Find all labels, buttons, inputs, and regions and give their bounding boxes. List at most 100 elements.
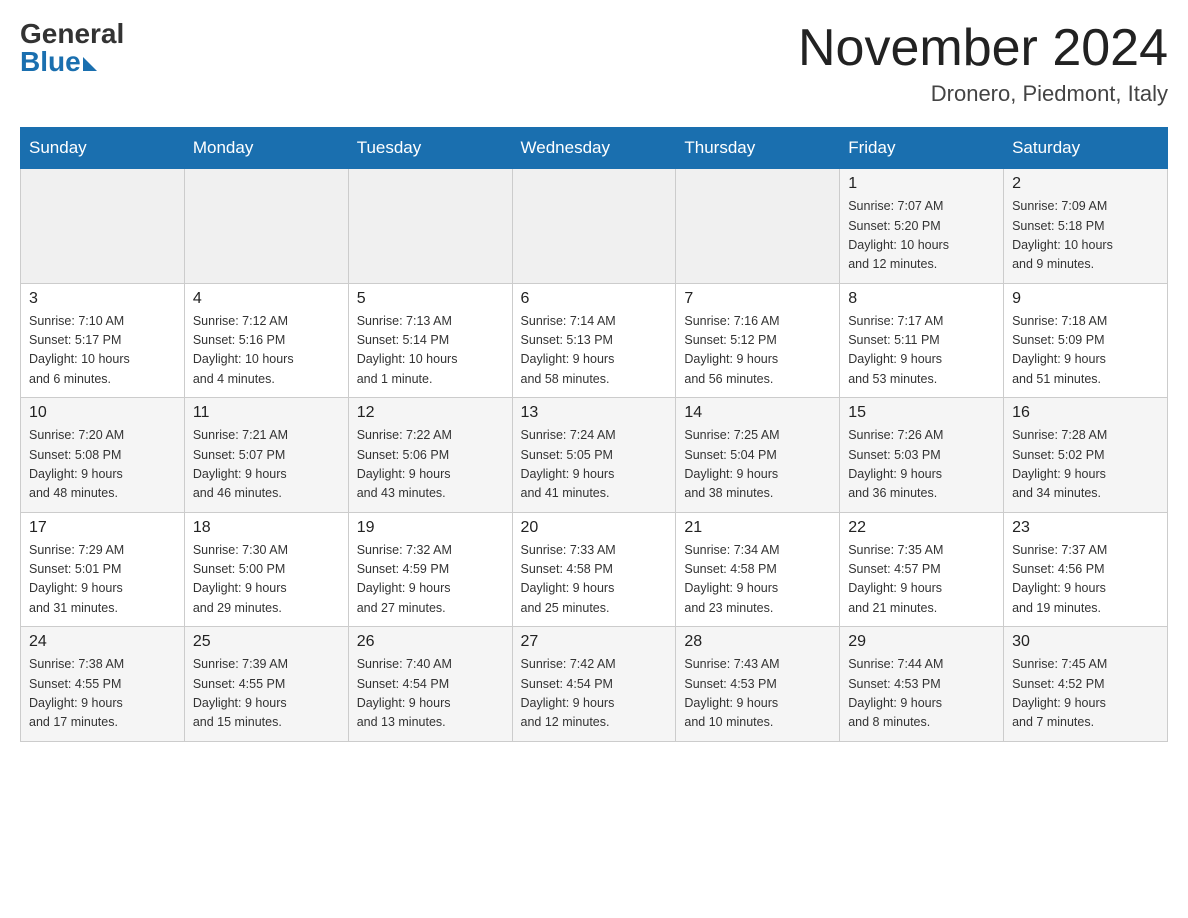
day-number: 4 — [193, 290, 340, 308]
calendar-cell: 23 Sunrise: 7:37 AM Sunset: 4:56 PM Dayli… — [1004, 512, 1168, 627]
day-number: 22 — [848, 519, 995, 537]
calendar-cell: 28 Sunrise: 7:43 AM Sunset: 4:53 PM Dayli… — [676, 627, 840, 742]
day-of-week-header: Tuesday — [348, 128, 512, 169]
day-info-text: Sunrise: 7:17 AM Sunset: 5:11 PM Dayligh… — [848, 312, 995, 390]
calendar-week-row: 10Sunrise: 7:20 AM Sunset: 5:08 PM Dayli… — [21, 398, 1168, 513]
day-number: 27 — [521, 633, 668, 651]
day-info-text: Sunrise: 7:07 AM Sunset: 5:20 PM Dayligh… — [848, 197, 995, 275]
day-info-text: Sunrise: 7:30 AM Sunset: 5:00 PM Dayligh… — [193, 541, 340, 619]
calendar-cell: 6 Sunrise: 7:14 AM Sunset: 5:13 PM Daylig… — [512, 283, 676, 398]
calendar-cell: 15 Sunrise: 7:26 AM Sunset: 5:03 PM Dayli… — [840, 398, 1004, 513]
day-number: 23 — [1012, 519, 1159, 537]
title-block: November 2024 Dronero, Piedmont, Italy — [798, 20, 1168, 107]
day-number: 24 — [29, 633, 176, 651]
day-of-week-header: Sunday — [21, 128, 185, 169]
calendar-cell: 16 Sunrise: 7:28 AM Sunset: 5:02 PM Dayli… — [1004, 398, 1168, 513]
header-row: SundayMondayTuesdayWednesdayThursdayFrid… — [21, 128, 1168, 169]
calendar-cell: 26 Sunrise: 7:40 AM Sunset: 4:54 PM Dayli… — [348, 627, 512, 742]
logo-blue-text: Blue — [20, 48, 81, 76]
day-number: 11 — [193, 404, 340, 422]
calendar-cell: 3 Sunrise: 7:10 AM Sunset: 5:17 PM Daylig… — [21, 283, 185, 398]
day-info-text: Sunrise: 7:13 AM Sunset: 5:14 PM Dayligh… — [357, 312, 504, 390]
calendar-cell — [184, 169, 348, 284]
day-number: 9 — [1012, 290, 1159, 308]
day-number: 2 — [1012, 175, 1159, 193]
day-info-text: Sunrise: 7:35 AM Sunset: 4:57 PM Dayligh… — [848, 541, 995, 619]
day-info-text: Sunrise: 7:16 AM Sunset: 5:12 PM Dayligh… — [684, 312, 831, 390]
day-number: 7 — [684, 290, 831, 308]
calendar-cell: 22 Sunrise: 7:35 AM Sunset: 4:57 PM Dayli… — [840, 512, 1004, 627]
day-number: 20 — [521, 519, 668, 537]
calendar-cell: 1 Sunrise: 7:07 AM Sunset: 5:20 PM Daylig… — [840, 169, 1004, 284]
day-info-text: Sunrise: 7:37 AM Sunset: 4:56 PM Dayligh… — [1012, 541, 1159, 619]
calendar-cell: 4Sunrise: 7:12 AM Sunset: 5:16 PM Daylig… — [184, 283, 348, 398]
day-number: 26 — [357, 633, 504, 651]
calendar-cell: 29 Sunrise: 7:44 AM Sunset: 4:53 PM Dayli… — [840, 627, 1004, 742]
location-text: Dronero, Piedmont, Italy — [798, 81, 1168, 107]
day-of-week-header: Monday — [184, 128, 348, 169]
calendar-cell — [21, 169, 185, 284]
day-info-text: Sunrise: 7:21 AM Sunset: 5:07 PM Dayligh… — [193, 426, 340, 504]
logo-triangle-icon — [83, 57, 97, 71]
calendar-cell: 21Sunrise: 7:34 AM Sunset: 4:58 PM Dayli… — [676, 512, 840, 627]
day-info-text: Sunrise: 7:28 AM Sunset: 5:02 PM Dayligh… — [1012, 426, 1159, 504]
calendar-week-row: 24 Sunrise: 7:38 AM Sunset: 4:55 PM Dayli… — [21, 627, 1168, 742]
calendar-cell: 9 Sunrise: 7:18 AM Sunset: 5:09 PM Daylig… — [1004, 283, 1168, 398]
calendar-cell — [676, 169, 840, 284]
calendar-cell: 8Sunrise: 7:17 AM Sunset: 5:11 PM Daylig… — [840, 283, 1004, 398]
day-info-text: Sunrise: 7:14 AM Sunset: 5:13 PM Dayligh… — [521, 312, 668, 390]
day-number: 17 — [29, 519, 176, 537]
day-number: 19 — [357, 519, 504, 537]
day-info-text: Sunrise: 7:18 AM Sunset: 5:09 PM Dayligh… — [1012, 312, 1159, 390]
calendar-cell: 30Sunrise: 7:45 AM Sunset: 4:52 PM Dayli… — [1004, 627, 1168, 742]
day-info-text: Sunrise: 7:42 AM Sunset: 4:54 PM Dayligh… — [521, 655, 668, 733]
day-number: 30 — [1012, 633, 1159, 651]
day-number: 28 — [684, 633, 831, 651]
day-info-text: Sunrise: 7:40 AM Sunset: 4:54 PM Dayligh… — [357, 655, 504, 733]
day-info-text: Sunrise: 7:26 AM Sunset: 5:03 PM Dayligh… — [848, 426, 995, 504]
calendar-cell: 25 Sunrise: 7:39 AM Sunset: 4:55 PM Dayli… — [184, 627, 348, 742]
calendar-cell: 24 Sunrise: 7:38 AM Sunset: 4:55 PM Dayli… — [21, 627, 185, 742]
page-header: General Blue November 2024 Dronero, Pied… — [20, 20, 1168, 107]
day-info-text: Sunrise: 7:24 AM Sunset: 5:05 PM Dayligh… — [521, 426, 668, 504]
day-number: 14 — [684, 404, 831, 422]
calendar-cell: 13Sunrise: 7:24 AM Sunset: 5:05 PM Dayli… — [512, 398, 676, 513]
day-number: 25 — [193, 633, 340, 651]
calendar-cell: 12 Sunrise: 7:22 AM Sunset: 5:06 PM Dayli… — [348, 398, 512, 513]
calendar-cell: 20 Sunrise: 7:33 AM Sunset: 4:58 PM Dayli… — [512, 512, 676, 627]
day-info-text: Sunrise: 7:09 AM Sunset: 5:18 PM Dayligh… — [1012, 197, 1159, 275]
day-number: 12 — [357, 404, 504, 422]
logo: General Blue — [20, 20, 124, 76]
calendar-body: 1 Sunrise: 7:07 AM Sunset: 5:20 PM Daylig… — [21, 169, 1168, 742]
day-info-text: Sunrise: 7:44 AM Sunset: 4:53 PM Dayligh… — [848, 655, 995, 733]
day-number: 29 — [848, 633, 995, 651]
day-of-week-header: Saturday — [1004, 128, 1168, 169]
day-info-text: Sunrise: 7:43 AM Sunset: 4:53 PM Dayligh… — [684, 655, 831, 733]
day-number: 6 — [521, 290, 668, 308]
calendar-cell: 14 Sunrise: 7:25 AM Sunset: 5:04 PM Dayli… — [676, 398, 840, 513]
month-title: November 2024 — [798, 20, 1168, 77]
day-of-week-header: Friday — [840, 128, 1004, 169]
day-of-week-header: Thursday — [676, 128, 840, 169]
day-number: 16 — [1012, 404, 1159, 422]
day-info-text: Sunrise: 7:29 AM Sunset: 5:01 PM Dayligh… — [29, 541, 176, 619]
day-info-text: Sunrise: 7:38 AM Sunset: 4:55 PM Dayligh… — [29, 655, 176, 733]
day-number: 15 — [848, 404, 995, 422]
day-number: 1 — [848, 175, 995, 193]
calendar-table: SundayMondayTuesdayWednesdayThursdayFrid… — [20, 127, 1168, 742]
day-number: 3 — [29, 290, 176, 308]
logo-general-text: General — [20, 20, 124, 48]
calendar-cell: 18Sunrise: 7:30 AM Sunset: 5:00 PM Dayli… — [184, 512, 348, 627]
day-info-text: Sunrise: 7:39 AM Sunset: 4:55 PM Dayligh… — [193, 655, 340, 733]
calendar-cell: 27 Sunrise: 7:42 AM Sunset: 4:54 PM Dayli… — [512, 627, 676, 742]
day-info-text: Sunrise: 7:22 AM Sunset: 5:06 PM Dayligh… — [357, 426, 504, 504]
day-info-text: Sunrise: 7:10 AM Sunset: 5:17 PM Dayligh… — [29, 312, 176, 390]
calendar-cell: 7 Sunrise: 7:16 AM Sunset: 5:12 PM Daylig… — [676, 283, 840, 398]
calendar-cell — [512, 169, 676, 284]
day-number: 5 — [357, 290, 504, 308]
day-info-text: Sunrise: 7:32 AM Sunset: 4:59 PM Dayligh… — [357, 541, 504, 619]
day-info-text: Sunrise: 7:25 AM Sunset: 5:04 PM Dayligh… — [684, 426, 831, 504]
calendar-cell: 19 Sunrise: 7:32 AM Sunset: 4:59 PM Dayli… — [348, 512, 512, 627]
day-info-text: Sunrise: 7:34 AM Sunset: 4:58 PM Dayligh… — [684, 541, 831, 619]
day-info-text: Sunrise: 7:33 AM Sunset: 4:58 PM Dayligh… — [521, 541, 668, 619]
